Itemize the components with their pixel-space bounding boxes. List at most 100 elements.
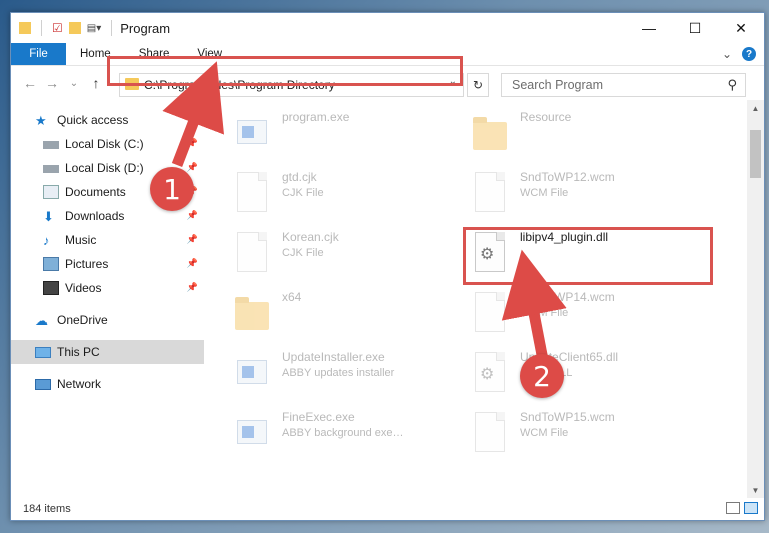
quick-access-toolbar: ☑ ▤▾ — [11, 13, 116, 43]
refresh-button[interactable]: ↻ — [467, 73, 489, 97]
new-folder-icon[interactable] — [68, 22, 81, 34]
document-icon — [472, 410, 508, 454]
list-item[interactable]: SndToWP15.wcm WCM File — [472, 410, 702, 462]
file-name: x64 — [282, 290, 302, 304]
window-title: Program — [120, 20, 171, 36]
back-button[interactable]: ← — [19, 75, 41, 91]
sidebar-item-videos[interactable]: Videos 📌 — [11, 276, 204, 300]
file-type: CJK File — [282, 247, 324, 259]
videos-icon — [43, 281, 59, 295]
up-button[interactable]: ↑ — [85, 75, 107, 91]
file-type: WCM File — [520, 187, 569, 199]
sidebar-item-label: Documents — [65, 185, 126, 199]
sidebar-item-label: Music — [65, 233, 97, 247]
document-icon — [472, 290, 508, 334]
window-controls: — ☐ ✕ — [626, 13, 764, 43]
list-item[interactable]: x64 — [234, 290, 464, 342]
file-type: ABBY background exe… — [282, 427, 404, 439]
list-item[interactable]: gtd.cjk CJK File — [234, 170, 464, 222]
folder-icon[interactable] — [19, 22, 31, 34]
step-1-badge: 1 — [150, 167, 194, 211]
forward-button[interactable]: → — [41, 75, 63, 91]
pin-icon[interactable]: 📌 — [187, 234, 198, 245]
drive-icon — [43, 141, 59, 149]
sidebar-item-quick-access[interactable]: ★ Quick access — [11, 108, 204, 132]
star-icon: ★ — [35, 113, 47, 128]
scrollbar-thumb[interactable] — [750, 130, 761, 178]
pin-icon[interactable]: 📌 — [187, 282, 198, 293]
pin-icon[interactable]: 📌 — [187, 162, 198, 173]
list-item[interactable]: Resource — [472, 110, 702, 162]
search-input[interactable]: Search Program ⚲ — [501, 73, 746, 97]
file-type: ABBY updates installer — [282, 367, 395, 379]
expand-ribbon-icon[interactable]: ⌄ — [722, 47, 732, 61]
status-bar: 184 items — [11, 498, 764, 520]
list-item[interactable]: program.exe — [234, 110, 464, 162]
sidebar-item-label: Local Disk (C:) — [65, 137, 144, 151]
search-icon: ⚲ — [727, 77, 737, 92]
scroll-down-icon[interactable]: ▼ — [747, 482, 764, 498]
sidebar-item-label: This PC — [57, 345, 100, 359]
file-name: UpdateInstaller.exe — [282, 350, 385, 364]
list-item[interactable]: Korean.cjk CJK File — [234, 230, 464, 282]
sidebar-item-this-pc[interactable]: This PC — [11, 340, 204, 364]
sidebar-item-onedrive[interactable]: ☁ OneDrive — [11, 308, 204, 332]
close-button[interactable]: ✕ — [718, 13, 764, 43]
folder-icon — [234, 290, 270, 334]
sidebar-item-label: Network — [57, 377, 102, 391]
list-item[interactable]: UpdateInstaller.exe ABBY updates install… — [234, 350, 464, 402]
documents-icon — [43, 185, 59, 199]
folder-icon — [472, 110, 508, 154]
file-name: Korean.cjk — [282, 230, 339, 244]
file-highlight-box — [463, 227, 713, 285]
item-count: 184 items — [23, 503, 71, 515]
separator — [41, 20, 42, 36]
program-icon — [234, 110, 270, 154]
file-type: WCM File — [520, 427, 569, 439]
drive-icon — [43, 165, 59, 173]
file-name: SndToWP14.wcm — [520, 290, 615, 304]
sidebar-item-label: Downloads — [65, 209, 125, 223]
scroll-up-icon[interactable]: ▲ — [747, 100, 764, 116]
file-name: FineExec.exe — [282, 410, 355, 424]
pin-icon[interactable]: 📌 — [187, 138, 198, 149]
sidebar-item-local-disk-c[interactable]: Local Disk (C:) 📌 — [11, 132, 204, 156]
document-icon — [234, 230, 270, 274]
tab-file[interactable]: File — [11, 43, 66, 65]
list-item[interactable]: ⚙ UpdateClient65.dll ABBY DLL — [472, 350, 702, 402]
file-name: program.exe — [282, 110, 350, 124]
pin-icon[interactable]: 📌 — [187, 258, 198, 269]
sidebar-item-label: OneDrive — [57, 313, 108, 327]
document-icon — [234, 170, 270, 214]
details-view-icon[interactable] — [726, 502, 740, 514]
step-2-badge: 2 — [520, 354, 564, 398]
properties-icon[interactable]: ☑ — [52, 21, 63, 35]
large-icons-view-icon[interactable] — [744, 502, 758, 514]
list-item[interactable]: SndToWP12.wcm WCM File — [472, 170, 702, 222]
sidebar-item-pictures[interactable]: Pictures 📌 — [11, 252, 204, 276]
exe-icon — [234, 410, 270, 454]
file-type: WCM File — [520, 307, 569, 319]
list-item[interactable]: SndToWP14.wcm WCM File — [472, 290, 702, 342]
file-type: CJK File — [282, 187, 324, 199]
sidebar-item-music[interactable]: ♪ Music 📌 — [11, 228, 204, 252]
music-icon: ♪ — [43, 233, 50, 248]
sidebar-item-label: Local Disk (D:) — [65, 161, 144, 175]
recent-locations-button[interactable]: ⌄ — [63, 78, 85, 89]
minimize-button[interactable]: — — [626, 13, 672, 43]
search-placeholder: Search Program — [512, 78, 604, 92]
sidebar-item-network[interactable]: Network — [11, 372, 204, 396]
vertical-scrollbar[interactable]: ▲ ▼ — [747, 100, 764, 498]
list-item[interactable]: FineExec.exe ABBY background exe… — [234, 410, 464, 462]
view-switcher — [726, 502, 758, 514]
help-icon[interactable]: ? — [742, 47, 756, 61]
sidebar-item-label: Pictures — [65, 257, 109, 271]
customize-toolbar-icon[interactable]: ▤▾ — [87, 23, 101, 34]
sidebar-item-label: Quick access — [57, 113, 129, 127]
dll-gear-icon: ⚙ — [472, 350, 508, 394]
onedrive-icon: ☁ — [35, 313, 48, 328]
title-bar: ☑ ▤▾ Program — ☐ ✕ — [11, 13, 764, 43]
pictures-icon — [43, 257, 59, 271]
maximize-button[interactable]: ☐ — [672, 13, 718, 43]
pin-icon[interactable]: 📌 — [187, 210, 198, 221]
